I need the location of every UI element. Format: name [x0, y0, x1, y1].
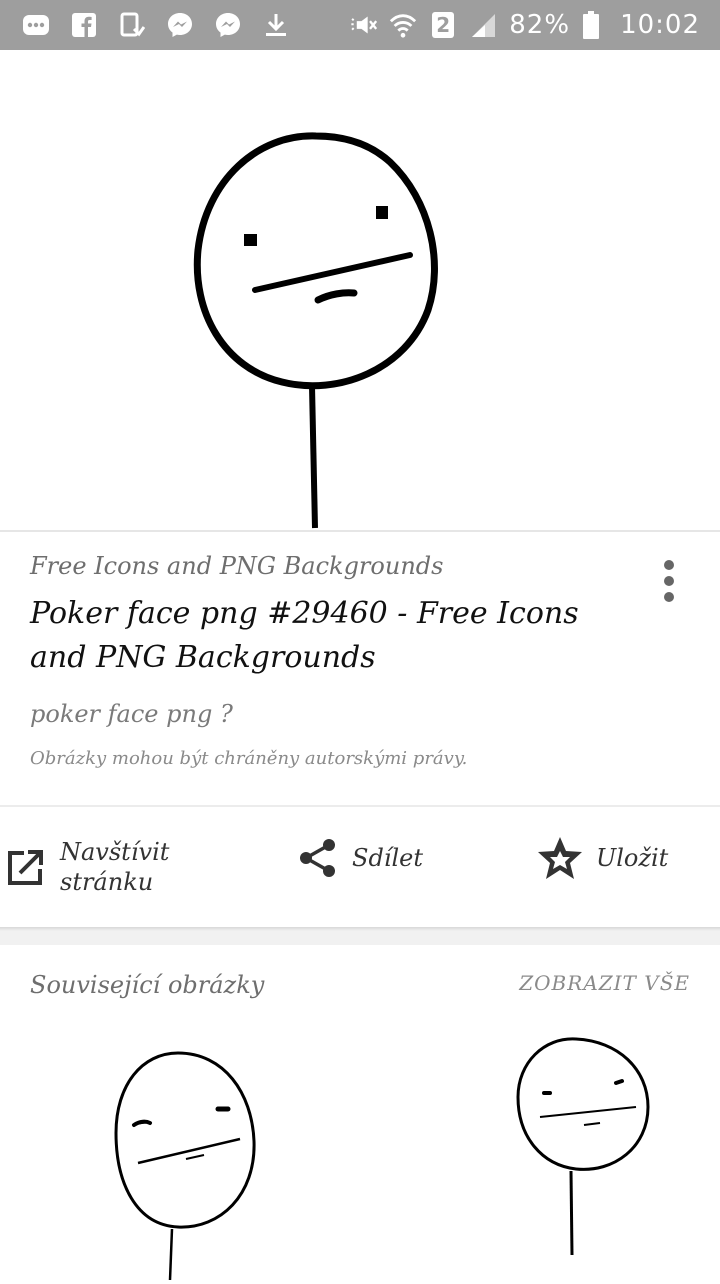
- clock: 10:02: [620, 10, 700, 40]
- poker-face-thumbnail: [516, 1037, 650, 1256]
- notification-icons: [22, 11, 290, 39]
- system-icons: 2 82% 10:02: [349, 10, 700, 40]
- related-images-section: Související obrázky ZOBRAZIT VŠE: [0, 945, 720, 1281]
- save-button[interactable]: Uložit: [536, 835, 668, 881]
- copyright-notice: Obrázky mohou být chráněny autorskými pr…: [30, 748, 468, 769]
- star-save-icon: [538, 837, 582, 879]
- section-separator: [0, 927, 720, 945]
- download-icon: [262, 11, 290, 39]
- related-image-thumbnail[interactable]: [500, 1033, 660, 1267]
- device-icon: [118, 11, 146, 39]
- visit-page-label: Navštívit stránku: [60, 838, 170, 896]
- result-image[interactable]: [0, 50, 720, 530]
- facebook-icon: [70, 11, 98, 39]
- mute-icon: [349, 11, 378, 39]
- signal-icon: [469, 11, 497, 39]
- open-external-icon: [8, 850, 43, 885]
- battery-percent: 82%: [509, 10, 571, 40]
- source-site[interactable]: Free Icons and PNG Backgrounds: [30, 552, 443, 580]
- related-image-thumbnail[interactable]: [100, 1045, 270, 1284]
- battery-icon: [582, 11, 600, 39]
- action-bar: Navštívit stránku Sdílet Uložit: [0, 807, 720, 927]
- sim-icon: 2: [429, 11, 457, 39]
- more-icon: [22, 11, 50, 39]
- see-all-link[interactable]: ZOBRAZIT VŠE: [519, 971, 690, 995]
- result-title[interactable]: Poker face png #29460 - Free Icons and P…: [30, 592, 630, 680]
- messenger-icon: [166, 11, 194, 39]
- messenger-icon: [214, 11, 242, 39]
- related-images-title: Související obrázky: [30, 971, 265, 999]
- poker-face-drawing: [193, 132, 438, 529]
- result-info: Free Icons and PNG Backgrounds Poker fac…: [0, 532, 720, 804]
- visit-page-button[interactable]: Navštívit stránku: [6, 837, 200, 897]
- poker-face-thumbnail: [114, 1051, 256, 1281]
- share-button[interactable]: Sdílet: [298, 837, 423, 879]
- share-label: Sdílet: [352, 844, 424, 872]
- sim-number: 2: [436, 13, 451, 37]
- more-options-icon[interactable]: [654, 560, 684, 610]
- share-icon: [300, 839, 335, 877]
- status-bar: 2 82% 10:02: [0, 0, 720, 50]
- search-query: poker face png ?: [30, 700, 233, 728]
- wifi-icon: [389, 11, 417, 39]
- save-label: Uložit: [596, 844, 669, 872]
